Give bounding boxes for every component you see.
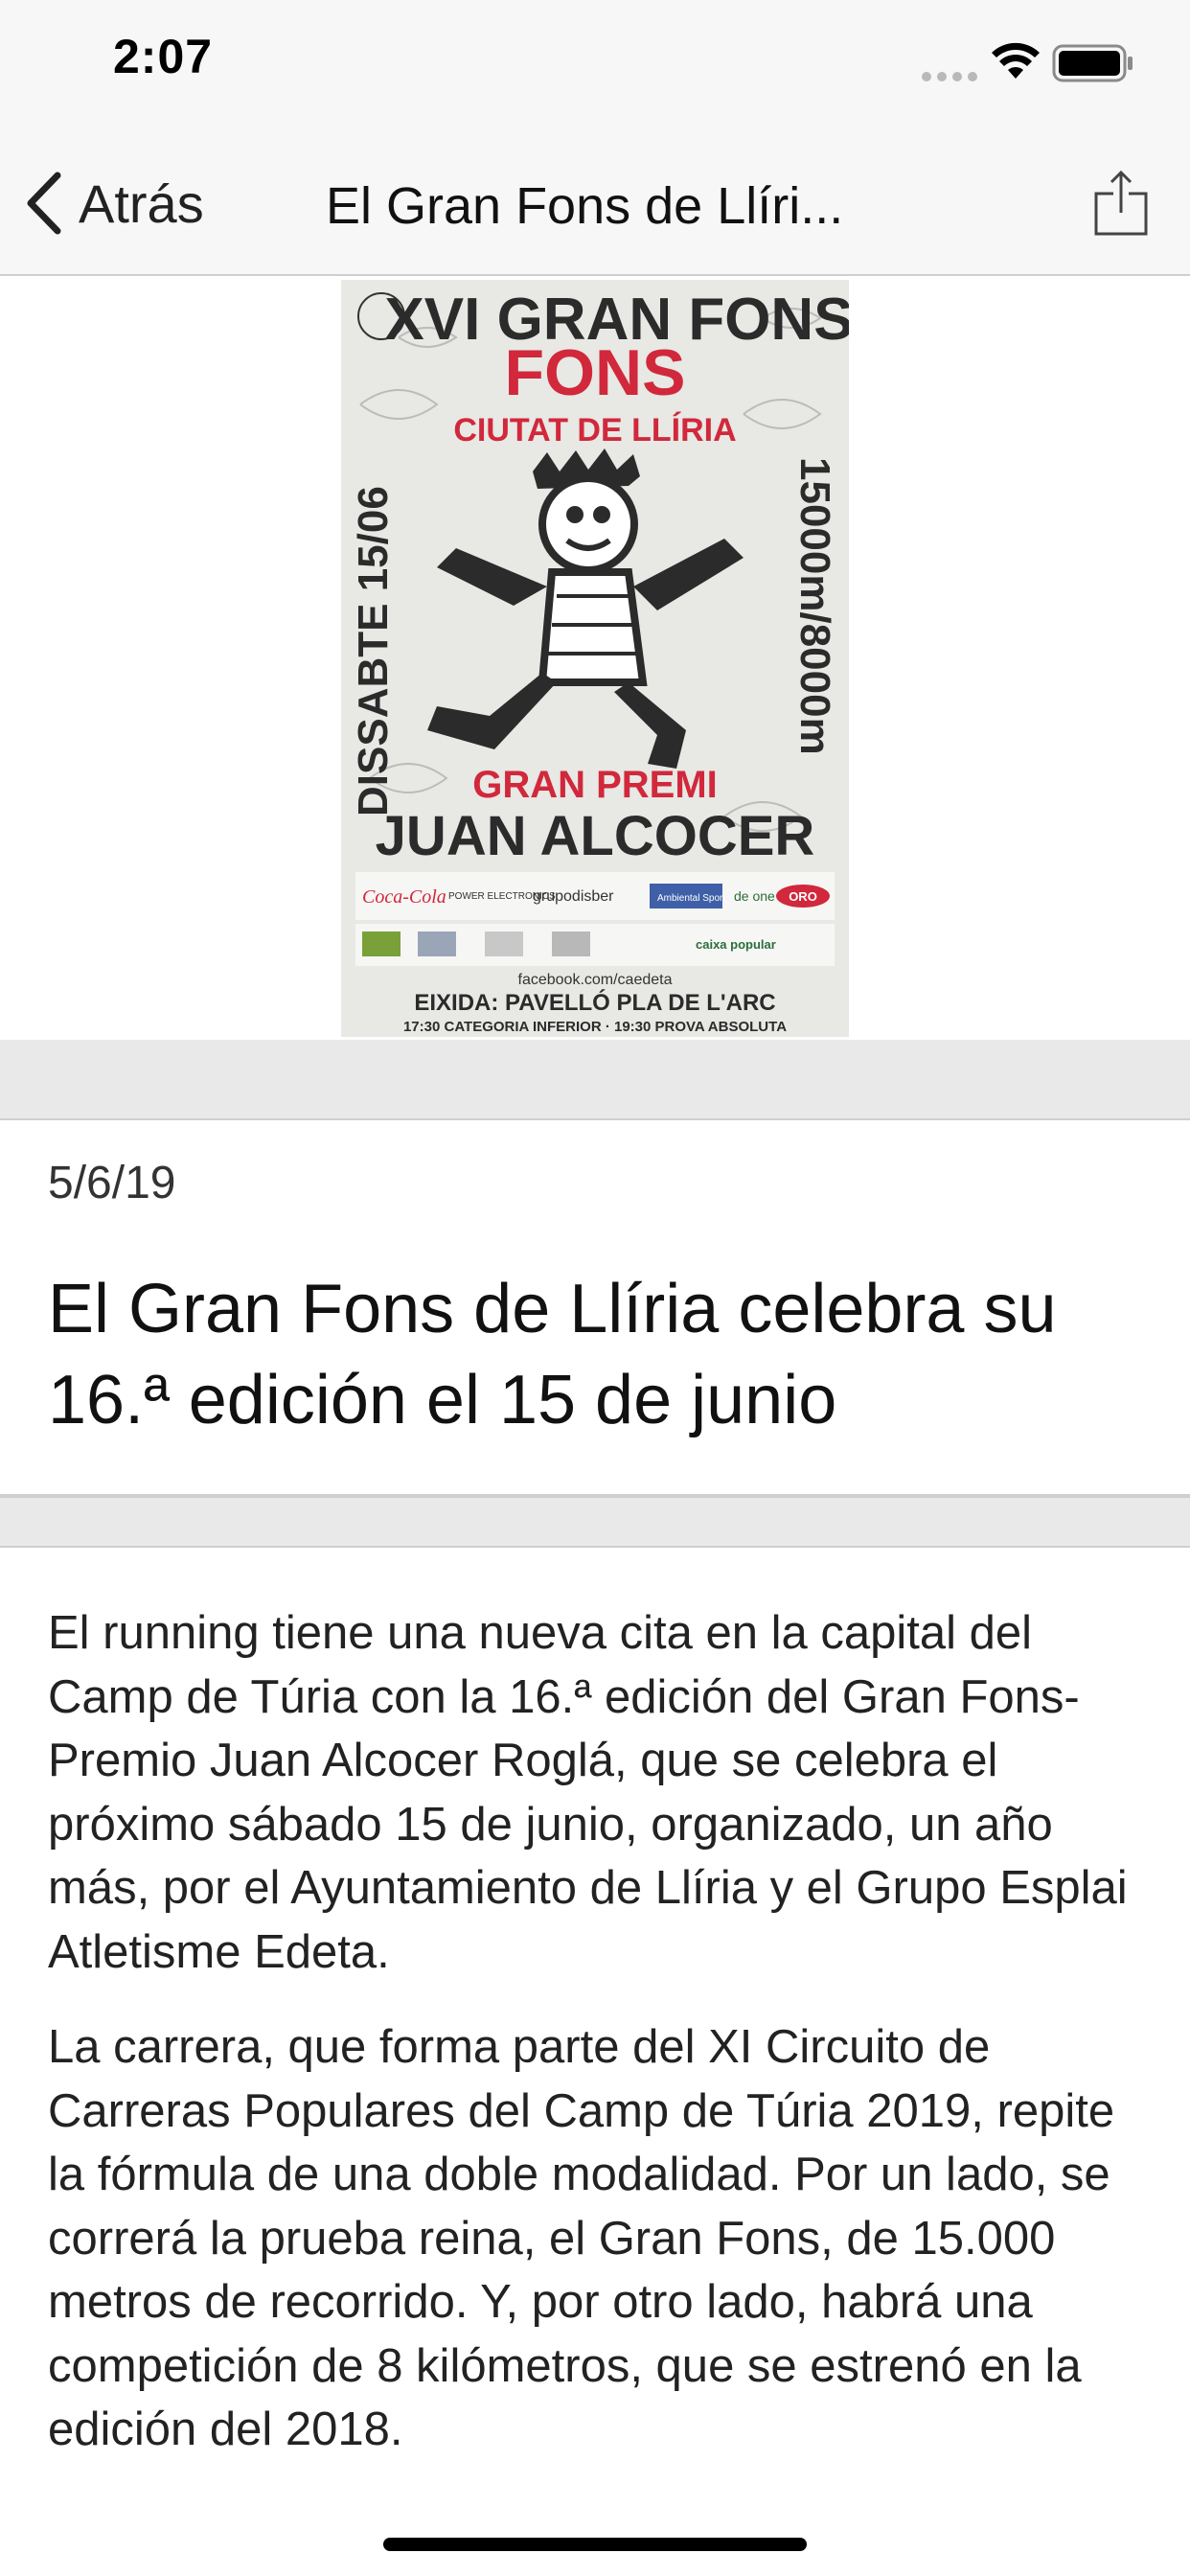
article-date: 5/6/19 [48, 1158, 176, 1208]
section-divider [0, 1494, 1190, 1548]
navigation-bar: Atrás El Gran Fons de Llíri... [0, 126, 1190, 276]
poster-date-vertical: DISSABTE 15/06 [350, 486, 397, 816]
poster-times: 17:30 CATEGORIA INFERIOR · 19:30 PROVA A… [403, 1019, 787, 1035]
article-body: El running tiene una nueva cita en la ca… [0, 1548, 1190, 2576]
nav-title: El Gran Fons de Llíri... [326, 177, 844, 235]
share-icon[interactable] [1090, 169, 1152, 238]
cellular-signal-icon [922, 69, 983, 86]
status-icons [883, 0, 1190, 126]
sponsor-logo: Coca-Cola [362, 886, 446, 908]
back-button[interactable]: Atrás [23, 165, 204, 242]
sponsor-logo: de one [734, 888, 775, 904]
poster-fons: FONS [505, 336, 686, 409]
sponsor-logo: Ambiental Sport [657, 893, 725, 904]
sponsor-logo: ORO [789, 889, 817, 904]
event-poster[interactable]: XVI GRAN FONS FONS CIUTAT DE LLÍRIA DISS… [341, 280, 849, 1037]
poster-distance-vertical: 15000m/8000m [791, 457, 838, 755]
status-time: 2:07 [113, 30, 214, 83]
article-paragraph: El running tiene una nueva cita en la ca… [48, 1607, 1128, 1978]
article-paragraph: La carrera, que forma parte del XI Circu… [48, 2021, 1115, 2455]
article-image-area: XVI GRAN FONS FONS CIUTAT DE LLÍRIA DISS… [0, 276, 1190, 1040]
poster-city: CIUTAT DE LLÍRIA [453, 412, 736, 448]
status-bar: 2:07 [0, 0, 1190, 126]
poster-sponsors: Coca-Cola POWER ELECTRONICS grupodisber … [355, 872, 835, 966]
poster-name: JUAN ALCOCER [376, 805, 815, 867]
poster-facebook: facebook.com/caedeta [518, 972, 673, 988]
article-title: El Gran Fons de Llíria celebra su 16.ª e… [48, 1271, 1057, 1438]
section-divider [0, 1040, 1190, 1120]
poster-prize: GRAN PREMI [472, 764, 718, 806]
chevron-left-icon [27, 172, 61, 235]
sponsor-logo: caixa popular [696, 937, 776, 952]
home-indicator[interactable] [383, 2538, 807, 2551]
article-header: 5/6/19 El Gran Fons de Llíria celebra su… [0, 1120, 1190, 1494]
poster-start: EIXIDA: PAVELLÓ PLA DE L'ARC [414, 989, 775, 1016]
sponsor-logo: grupodisber [533, 888, 614, 905]
battery-icon [1052, 44, 1133, 82]
wifi-icon [992, 42, 1040, 79]
back-label: Atrás [79, 172, 204, 234]
